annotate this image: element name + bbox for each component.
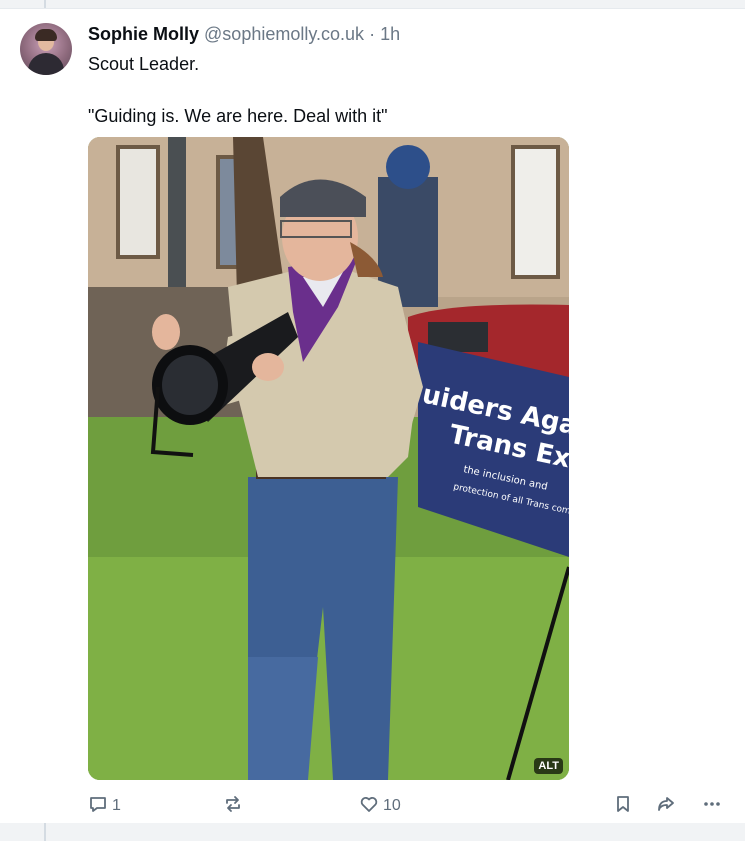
display-name[interactable]: Sophie Molly [88,24,199,44]
post-text-line: "Guiding is. We are here. Deal with it" [88,106,388,126]
bookmark-button[interactable] [613,791,633,821]
like-count: 10 [383,797,401,814]
handle[interactable]: @sophiemolly.co.uk [204,24,364,44]
share-button[interactable] [656,791,676,821]
post-image[interactable]: uiders Agai Trans Exclusi the inclusion … [88,137,569,780]
bookmark-icon [613,794,633,819]
more-icon [702,794,722,819]
more-button[interactable] [702,791,722,821]
repost-button[interactable] [223,791,247,821]
separator-dot: · [369,24,376,44]
timestamp[interactable]: 1h [380,24,400,44]
avatar[interactable] [20,23,72,75]
post-actions: 1 10 [88,791,728,821]
post-text-line: Scout Leader. [88,54,200,74]
reply-button[interactable]: 1 [88,791,121,821]
share-icon [656,794,676,819]
heart-icon [359,794,379,819]
post-text: Scout Leader. "Guiding is. We are here. … [88,51,708,129]
post-header: Sophie Molly @sophiemolly.co.uk · 1h [88,23,400,45]
reply-icon [88,794,108,819]
reply-count: 1 [112,797,121,814]
like-button[interactable]: 10 [359,791,401,821]
post-card[interactable]: Sophie Molly @sophiemolly.co.uk · 1h Sco… [0,8,745,823]
alt-badge[interactable]: ALT [534,758,563,774]
repost-icon [223,794,243,819]
photo-scout-leader-megaphone: uiders Agai Trans Exclusi the inclusion … [88,137,569,780]
